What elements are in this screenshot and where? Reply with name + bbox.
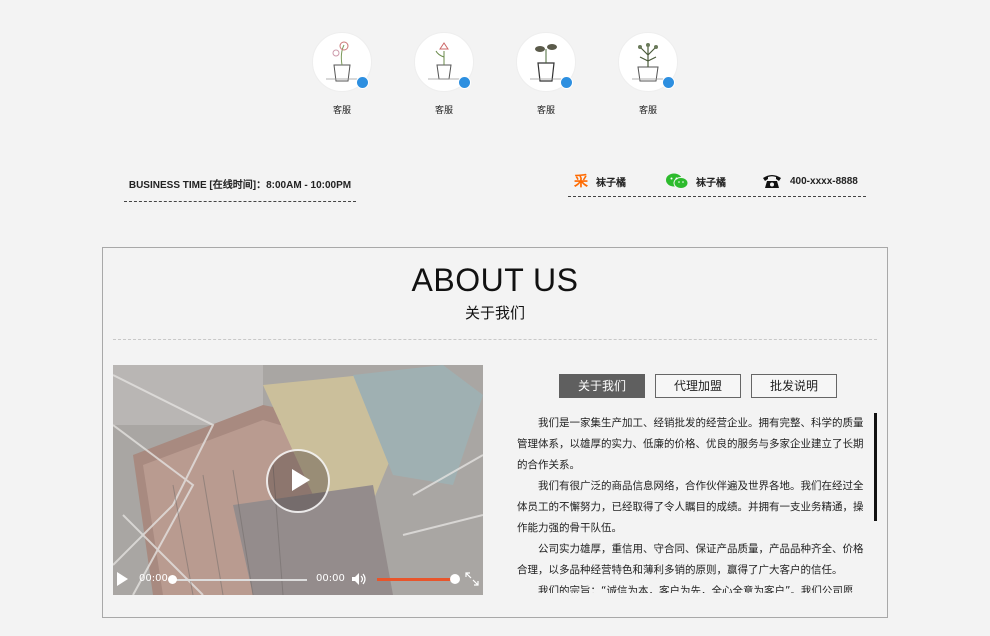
potted-flower-icon[interactable] xyxy=(414,32,474,92)
play-icon[interactable] xyxy=(117,572,128,586)
duration: 00:00 xyxy=(316,573,345,584)
service-label: 客服 xyxy=(434,106,453,116)
volume-handle[interactable] xyxy=(450,574,460,584)
video-controls: 00:00 00:00 xyxy=(113,565,483,595)
volume-icon[interactable] xyxy=(351,572,367,586)
qq-icon xyxy=(662,76,675,89)
about-paragraph: 我们的宗旨：“诚信为本，客户为先，全心全意为客户”。我们公司愿 xyxy=(538,585,854,593)
caigou-contact[interactable]: 采 袜子橘 xyxy=(574,172,626,190)
tab-about-us[interactable]: 关于我们 xyxy=(559,374,645,398)
about-subtitle: 关于我们 xyxy=(464,304,525,322)
play-overlay-button[interactable] xyxy=(266,449,330,513)
about-text-scrollbar[interactable] xyxy=(874,413,877,521)
video-player[interactable]: 00:00 00:00 xyxy=(113,365,483,595)
about-section: ABOUT US 关于我们 00:00 00:00 关于我们 代理加盟 批发说明… xyxy=(102,247,888,618)
qq-icon xyxy=(356,76,369,89)
volume-slider[interactable] xyxy=(377,578,453,581)
business-time: BUSINESS TIME [在线时间]：8:00AM - 10:00PM xyxy=(124,176,356,202)
phone-contact[interactable]: 400-xxxx-8888 xyxy=(762,172,858,190)
qq-icon xyxy=(458,76,471,89)
tab-wholesale-info[interactable]: 批发说明 xyxy=(751,374,837,398)
current-time: 00:00 xyxy=(139,573,168,584)
potted-succulent-icon[interactable] xyxy=(618,32,678,92)
about-text: 我们是一家集生产加工、经销批发的经营企业。拥有完整、科学的质量管理体系，以雄厚的… xyxy=(517,413,867,593)
seek-bar[interactable] xyxy=(171,579,307,581)
about-paragraph: 我们是一家集生产加工、经销批发的经营企业。拥有完整、科学的质量管理体系，以雄厚的… xyxy=(517,417,864,471)
service-label: 客服 xyxy=(536,106,555,116)
service-item-3[interactable]: 客服 xyxy=(506,32,586,116)
service-label: 客服 xyxy=(332,106,351,116)
phone-icon xyxy=(763,175,781,188)
wechat-contact-text: 袜子橘 xyxy=(696,177,726,189)
seek-handle[interactable] xyxy=(168,575,177,584)
about-paragraph: 公司实力雄厚，重信用、守合同、保证产品质量，产品品种齐全、价格合理，以多品种经营… xyxy=(517,543,864,576)
potted-plant-icon[interactable] xyxy=(516,32,576,92)
service-item-4[interactable]: 客服 xyxy=(608,32,688,116)
service-item-1[interactable]: 客服 xyxy=(302,32,382,116)
caigou-contact-text: 袜子橘 xyxy=(596,177,626,189)
qq-icon xyxy=(560,76,573,89)
phone-contact-text: 400-xxxx-8888 xyxy=(790,175,858,187)
caigou-icon: 采 xyxy=(574,173,588,189)
about-paragraph: 我们有很广泛的商品信息网络，合作伙伴遍及世界各地。我们在经过全体员工的不懈努力，… xyxy=(517,480,864,534)
wechat-contact[interactable]: 袜子橘 xyxy=(666,172,726,190)
wechat-icon xyxy=(666,173,688,189)
about-divider xyxy=(113,339,877,340)
customer-service-row: 客服 客服 客服 客服 xyxy=(0,32,990,122)
service-label: 客服 xyxy=(638,106,657,116)
about-title: ABOUT US xyxy=(411,262,579,298)
contact-bar: 采 袜子橘 袜子橘 400-xxxx-8888 xyxy=(568,172,866,197)
service-item-2[interactable]: 客服 xyxy=(404,32,484,116)
fullscreen-icon[interactable] xyxy=(465,572,479,586)
tab-agency-join[interactable]: 代理加盟 xyxy=(655,374,741,398)
potted-flower-icon[interactable] xyxy=(312,32,372,92)
